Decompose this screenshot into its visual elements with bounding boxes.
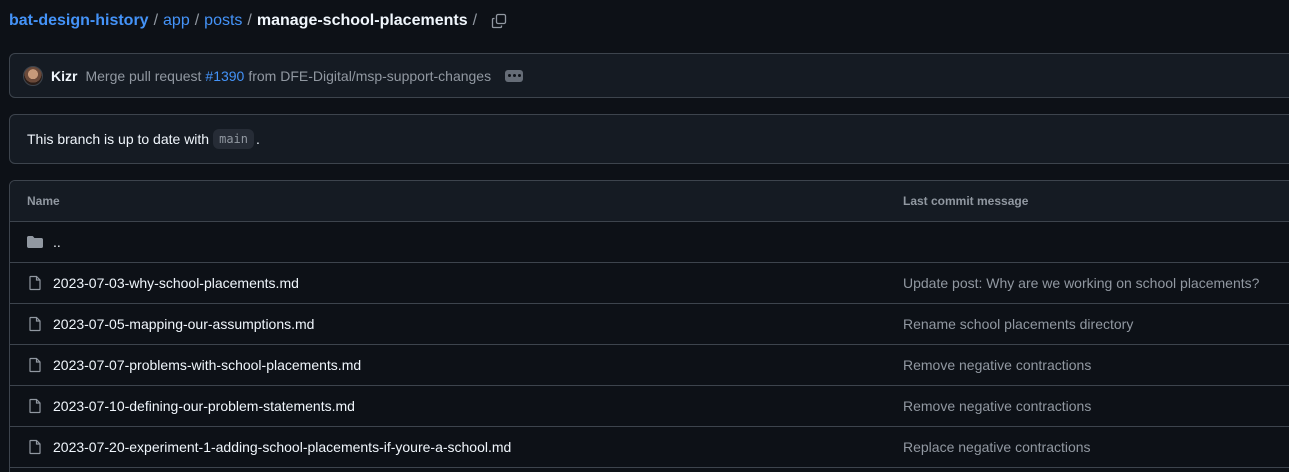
parent-directory-row[interactable]: .. [10, 222, 1289, 263]
branch-status-period: . [256, 131, 260, 147]
file-icon [29, 439, 41, 455]
latest-commit-bar: Kizr Merge pull request #1390 from DFE-D… [9, 53, 1289, 98]
copy-icon [491, 13, 507, 29]
parent-directory-link[interactable]: .. [53, 234, 61, 250]
table-row[interactable]: 2023-07-07-problems-with-school-placemen… [10, 345, 1289, 386]
commit-message-link[interactable]: Update post: Why are we working on schoo… [903, 275, 1259, 291]
commit-message-link[interactable]: Remove negative contractions [903, 357, 1091, 373]
commit-message-prefix: Merge pull request [85, 67, 202, 84]
file-list-table: Name Last commit message .. 2023-07-03-w… [9, 180, 1289, 472]
branch-name-code: main [213, 129, 255, 149]
file-name-link[interactable]: 2023-07-20-experiment-1-adding-school-pl… [53, 439, 511, 455]
folder-icon [27, 236, 43, 248]
file-name-link[interactable]: 2023-07-10-defining-our-problem-statemen… [53, 398, 355, 414]
file-list-header: Name Last commit message [10, 181, 1289, 222]
table-row[interactable]: 2023-07-20-experiment-1-adding-school-pl… [10, 427, 1289, 468]
table-row[interactable]: 2023-07-10-defining-our-problem-statemen… [10, 386, 1289, 427]
commit-message-suffix: from DFE-Digital/msp-support-changes [248, 67, 492, 84]
file-name-link[interactable]: 2023-07-07-problems-with-school-placemen… [53, 357, 361, 373]
pull-request-link[interactable]: #1390 [205, 68, 244, 84]
commit-message-link[interactable]: Remove negative contractions [903, 398, 1091, 414]
author-avatar[interactable] [23, 65, 43, 86]
copy-path-button[interactable] [488, 10, 510, 32]
file-icon [29, 275, 41, 291]
table-row[interactable]: 2023-07-03-why-school-placements.md Upda… [10, 263, 1289, 304]
breadcrumb: bat-design-history / app / posts / manag… [9, 10, 510, 32]
breadcrumb-current: manage-school-placements [256, 12, 468, 29]
breadcrumb-app-link[interactable]: app [163, 12, 190, 30]
branch-status-banner: This branch is up to date with main . [9, 114, 1289, 164]
expand-commit-message-button[interactable] [505, 69, 524, 82]
commit-message-link[interactable]: Rename school placements directory [903, 316, 1133, 332]
file-icon [29, 398, 41, 414]
table-row[interactable]: 2023-07-05-mapping-our-assumptions.md Re… [10, 304, 1289, 345]
column-header-name: Name [27, 194, 60, 208]
ellipsis-icon [507, 74, 511, 77]
page: bat-design-history / app / posts / manag… [0, 0, 1289, 472]
breadcrumb-separator: / [153, 12, 159, 29]
file-name-link[interactable]: 2023-07-05-mapping-our-assumptions.md [53, 316, 314, 332]
file-icon [29, 316, 41, 332]
breadcrumb-separator: / [247, 12, 252, 29]
commit-message-link[interactable]: Replace negative contractions [903, 439, 1091, 455]
commit-author[interactable]: Kizr [51, 68, 77, 84]
breadcrumb-posts-link[interactable]: posts [204, 12, 242, 30]
breadcrumb-separator: / [472, 12, 478, 29]
column-header-last-commit: Last commit message [903, 194, 1029, 208]
file-icon [29, 357, 41, 373]
breadcrumb-separator: / [194, 12, 200, 29]
file-name-link[interactable]: 2023-07-03-why-school-placements.md [53, 275, 299, 291]
branch-status-text: This branch is up to date with [27, 131, 210, 147]
breadcrumb-repo-link[interactable]: bat-design-history [9, 12, 149, 30]
